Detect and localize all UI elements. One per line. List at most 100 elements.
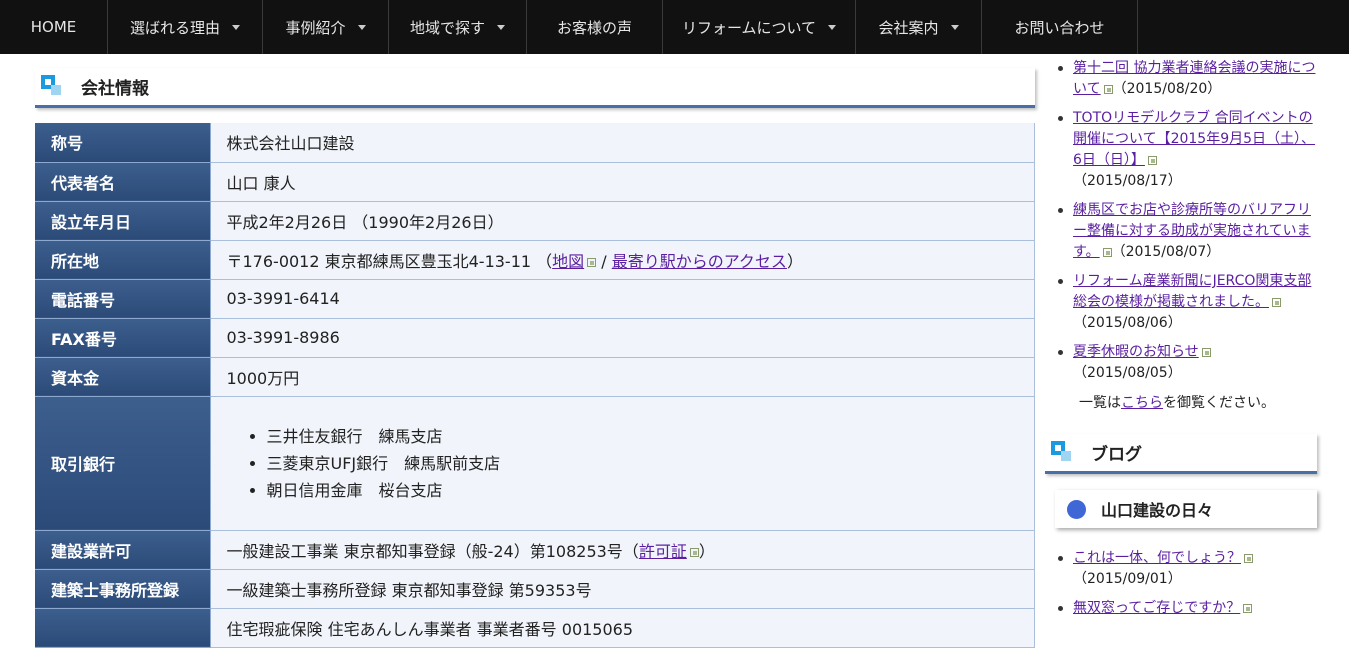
nav-area[interactable]: 地域で探す [389, 0, 527, 54]
list-item: 三井住友銀行 練馬支店 [267, 423, 1035, 450]
news-date: （2015/08/07） [1111, 244, 1221, 260]
sidebar: 第十二回 協力業者連絡会議の実施について （2015/08/20） TOTOリモデ… [1045, 58, 1317, 627]
row-label: 電話番号 [35, 279, 211, 319]
nav-home[interactable]: HOME [0, 0, 108, 54]
more-link[interactable]: こちら [1121, 395, 1163, 411]
row-label: 所在地 [35, 240, 211, 280]
chevron-down-icon [357, 24, 366, 30]
row-value: 山口 康人 [210, 162, 1035, 202]
nav-label: リフォームについて [681, 18, 817, 37]
table-row: 住宅瑕疵保険 住宅あんしん事業者 事業者番号 0015065 [35, 608, 1035, 648]
close-paren: ） [698, 541, 715, 561]
chevron-down-icon [950, 24, 959, 30]
list-item: 夏季休暇のお知らせ （2015/08/05） [1045, 342, 1317, 384]
nav-label: 地域で探す [409, 18, 485, 37]
row-value: 三井住友銀行 練馬支店 三菱東京UFJ銀行 練馬駅前支店 朝日信用金庫 桜台支店 [210, 396, 1035, 531]
bank-list: 三井住友銀行 練馬支店 三菱東京UFJ銀行 練馬駅前支店 朝日信用金庫 桜台支店 [267, 423, 1035, 504]
address-text: 〒176-0012 東京都練馬区豊玉北4-13-11 （ [226, 251, 553, 271]
blog-title-box: 山口建設の日々 [1055, 490, 1317, 528]
global-nav: HOME 選ばれる理由 事例紹介 地域で探す お客様の声 リフォームについて 会… [0, 0, 1349, 54]
row-value: 一般建設工事業 東京都知事登録（般-24）第108253号（許可証 ） [210, 530, 1035, 570]
row-value: 03-3991-6414 [210, 279, 1035, 319]
blog-post-link[interactable]: これは一体、何でしょう？ [1073, 550, 1241, 566]
external-link-icon [1243, 603, 1253, 613]
nav-label: 選ばれる理由 [129, 18, 220, 37]
news-date: （2015/08/20） [1112, 81, 1222, 97]
close-paren: ） [786, 251, 803, 271]
list-item: これは一体、何でしょう？ （2015/09/01） [1045, 548, 1317, 590]
main-content: 会社情報 称号 株式会社山口建設 代表者名 山口 康人 設立年月日 平成2年2月… [35, 68, 1035, 648]
table-row: 称号 株式会社山口建設 [35, 123, 1035, 163]
external-link-icon [1201, 347, 1211, 357]
row-label: 取引銀行 [35, 396, 211, 531]
row-label [35, 608, 211, 648]
list-item: リフォーム産業新聞にJERCO関東支部総会の模様が掲載されました。 （2015/0… [1045, 271, 1317, 334]
row-value: 平成2年2月26日 （1990年2月26日） [210, 201, 1035, 241]
external-link-icon [1102, 247, 1112, 257]
external-link-icon [1103, 84, 1113, 94]
chevron-down-icon [232, 24, 240, 30]
table-row: 建築士事務所登録 一級建築士事務所登録 東京都知事登録 第59353号 [35, 569, 1035, 609]
row-label: 設立年月日 [35, 201, 211, 241]
external-link-icon [587, 257, 597, 267]
blog-post-list: これは一体、何でしょう？ （2015/09/01） 無双窓ってご存じですか？ [1045, 548, 1317, 619]
list-item: TOTOリモデルクラブ 合同イベントの開催について【2015年9月5日（土）、6… [1045, 108, 1317, 192]
news-link[interactable]: 夏季休暇のお知らせ [1073, 344, 1199, 360]
square-bullet-icon [1051, 440, 1075, 465]
blog-post-date: （2015/09/01） [1073, 571, 1182, 587]
row-label: 代表者名 [35, 162, 211, 202]
row-value: 〒176-0012 東京都練馬区豊玉北4-13-11 （地図 / 最寄り駅からの… [210, 240, 1035, 280]
row-value: 株式会社山口建設 [210, 123, 1035, 163]
nav-label: お問い合わせ [1014, 18, 1105, 37]
table-row: 建設業許可 一般建設工事業 東京都知事登録（般-24）第108253号（許可証 ） [35, 530, 1035, 570]
table-row: 代表者名 山口 康人 [35, 162, 1035, 202]
table-row: 所在地 〒176-0012 東京都練馬区豊玉北4-13-11 （地図 / 最寄り… [35, 240, 1035, 280]
blog-heading-title: ブログ [1091, 445, 1142, 465]
square-bullet-icon [41, 74, 65, 99]
row-label: 建設業許可 [35, 530, 211, 570]
list-item: 練馬区でお店や診療所等のバリアフリー整備に対する助成が実施されています。 （201… [1045, 200, 1317, 263]
news-link[interactable]: TOTOリモデルクラブ 合同イベントの開催について【2015年9月5日（土）、6… [1073, 110, 1315, 168]
license-link[interactable]: 許可証 [639, 542, 687, 561]
access-link[interactable]: 最寄り駅からのアクセス [612, 252, 787, 271]
nav-label: HOME [30, 18, 77, 36]
list-item: 第十二回 協力業者連絡会議の実施について （2015/08/20） [1045, 58, 1317, 100]
nav-voice[interactable]: お客様の声 [527, 0, 663, 54]
nav-reasons[interactable]: 選ばれる理由 [108, 0, 263, 54]
nav-company[interactable]: 会社案内 [856, 0, 982, 54]
company-info-heading: 会社情報 [35, 68, 1035, 108]
row-label: 建築士事務所登録 [35, 569, 211, 609]
nav-cases[interactable]: 事例紹介 [263, 0, 389, 54]
blog-heading: ブログ [1045, 434, 1317, 474]
external-link-icon [1272, 297, 1281, 307]
table-row: 資本金 1000万円 [35, 357, 1035, 397]
nav-reform[interactable]: リフォームについて [663, 0, 856, 54]
circle-bullet-icon [1067, 499, 1086, 519]
external-link-icon [689, 547, 699, 557]
chevron-down-icon [497, 24, 505, 30]
news-date: （2015/08/17） [1073, 173, 1182, 189]
blog-post-link[interactable]: 無双窓ってご存じですか？ [1073, 600, 1240, 616]
table-row: 取引銀行 三井住友銀行 練馬支店 三菱東京UFJ銀行 練馬駅前支店 朝日信用金庫… [35, 396, 1035, 531]
list-item: 三菱東京UFJ銀行 練馬駅前支店 [267, 450, 1035, 477]
row-value: 一級建築士事務所登録 東京都知事登録 第59353号 [210, 569, 1035, 609]
news-list: 第十二回 協力業者連絡会議の実施について （2015/08/20） TOTOリモデ… [1045, 58, 1317, 384]
news-date: （2015/08/05） [1073, 365, 1182, 381]
page-title: 会社情報 [81, 79, 149, 99]
blog-title: 山口建設の日々 [1101, 501, 1214, 520]
nav-label: お客様の声 [556, 18, 632, 37]
external-link-icon [1244, 553, 1253, 563]
license-text: 一般建設工事業 東京都知事登録（般-24）第108253号（ [226, 541, 639, 561]
nav-label: 事例紹介 [285, 18, 346, 37]
row-value: 住宅瑕疵保険 住宅あんしん事業者 事業者番号 0015065 [210, 608, 1035, 648]
row-label: FAX番号 [35, 318, 211, 358]
map-link[interactable]: 地図 [552, 252, 584, 271]
external-link-icon [1147, 155, 1157, 165]
more-suffix: を御覧ください。 [1163, 395, 1275, 411]
list-item: 朝日信用金庫 桜台支店 [267, 477, 1035, 504]
company-info-table: 称号 株式会社山口建設 代表者名 山口 康人 設立年月日 平成2年2月26日 （… [35, 123, 1035, 648]
more-prefix: 一覧は [1079, 395, 1121, 411]
chevron-down-icon [828, 24, 837, 30]
nav-contact[interactable]: お問い合わせ [982, 0, 1138, 54]
row-value: 03-3991-8986 [210, 318, 1035, 358]
